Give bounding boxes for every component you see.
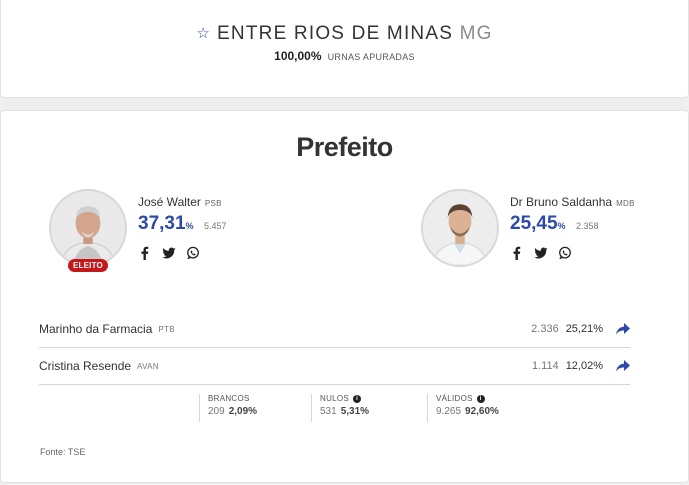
results-card: Prefeito ELEITO José Walter PSB 37,31% 5.… <box>0 110 689 483</box>
candidate-info: José Walter PSB 37,31% 5.457 <box>138 195 227 260</box>
avatar <box>49 189 127 267</box>
party-abbr: MDB <box>616 199 635 208</box>
share-arrow-icon[interactable] <box>616 360 630 372</box>
share-links <box>138 246 227 260</box>
summary-votes: 209 <box>208 406 225 417</box>
summary-label: VÁLIDOS <box>436 394 473 403</box>
candidate-photo <box>51 191 125 265</box>
avatar <box>421 189 499 267</box>
twitter-icon[interactable] <box>534 246 548 260</box>
candidate-photo <box>423 191 497 265</box>
vote-count: 2.336 <box>531 323 559 335</box>
summary-label: NULOS <box>320 394 350 403</box>
location-header: ☆ ENTRE RIOS DE MINAS MG 100,00% URNAS AP… <box>0 0 689 98</box>
percent-symbol: % <box>185 221 194 231</box>
list-item[interactable]: Marinho da Farmacia PTB 2.336 25,21% <box>39 311 630 348</box>
summary-votes: 9.265 <box>436 406 462 417</box>
other-candidates-list: Marinho da Farmacia PTB 2.336 25,21% Cri… <box>39 311 630 385</box>
source-note: Fonte: TSE <box>40 447 86 457</box>
summary-validos: VÁLIDOS i 9.265 92,60% <box>427 394 536 422</box>
candidate-name[interactable]: Dr Bruno Saldanha <box>510 195 612 209</box>
summary-percent: 5,31% <box>340 406 370 417</box>
city-name: ENTRE RIOS DE MINAS <box>217 23 454 44</box>
summary-votes: 531 <box>320 406 337 417</box>
whatsapp-icon[interactable] <box>558 246 572 260</box>
info-icon[interactable]: i <box>476 394 485 403</box>
city-title: ☆ ENTRE RIOS DE MINAS MG <box>1 23 688 45</box>
share-arrow-icon[interactable] <box>616 323 630 335</box>
party-abbr: AVAN <box>137 361 159 371</box>
twitter-icon[interactable] <box>162 246 176 260</box>
summary-percent: 92,60% <box>465 406 499 417</box>
summary-nulos: NULOS i 531 5,31% <box>311 394 427 422</box>
summary-brancos: BRANCOS 209 2,09% <box>199 394 311 422</box>
candidate-name: Cristina Resende <box>39 359 132 373</box>
candidate-name: Marinho da Farmacia <box>39 322 153 336</box>
candidate-card-1: ELEITO José Walter PSB 37,31% 5.457 <box>49 189 299 279</box>
party-abbr: PSB <box>204 199 222 208</box>
urnas-label: URNAS APURADAS <box>327 52 415 62</box>
summary-percent: 2,09% <box>228 406 258 417</box>
vote-count: 1.114 <box>531 360 559 372</box>
party-abbr: PTB <box>158 324 175 334</box>
state-abbr: MG <box>459 23 493 44</box>
vote-summary: BRANCOS 209 2,09% NULOS i 531 5,31% VÁLIDOS… <box>199 394 536 422</box>
facebook-icon[interactable] <box>510 246 524 260</box>
vote-count: 2.358 <box>576 221 599 231</box>
urnas-percent: 100,00% <box>274 49 322 63</box>
star-icon[interactable]: ☆ <box>196 25 211 42</box>
info-icon[interactable]: i <box>353 394 362 403</box>
share-links <box>510 246 635 260</box>
elected-badge: ELEITO <box>68 259 108 272</box>
urnas-status: 100,00% URNAS APURADAS <box>1 49 688 63</box>
percent-symbol: % <box>557 221 566 231</box>
vote-percent: 25,21% <box>565 323 603 335</box>
summary-label: BRANCOS <box>208 394 250 403</box>
candidate-info: Dr Bruno Saldanha MDB 25,45% 2.358 <box>510 195 635 260</box>
vote-percent: 25,45 <box>510 213 558 234</box>
office-title: Prefeito <box>296 132 393 162</box>
vote-count: 5.457 <box>204 221 227 231</box>
whatsapp-icon[interactable] <box>186 246 200 260</box>
candidate-name[interactable]: José Walter <box>138 195 201 209</box>
candidate-card-2: Dr Bruno Saldanha MDB 25,45% 2.358 <box>421 189 681 279</box>
vote-percent: 37,31 <box>138 213 186 234</box>
vote-percent: 12,02% <box>565 360 603 372</box>
list-item[interactable]: Cristina Resende AVAN 1.114 12,02% <box>39 348 630 385</box>
facebook-icon[interactable] <box>138 246 152 260</box>
